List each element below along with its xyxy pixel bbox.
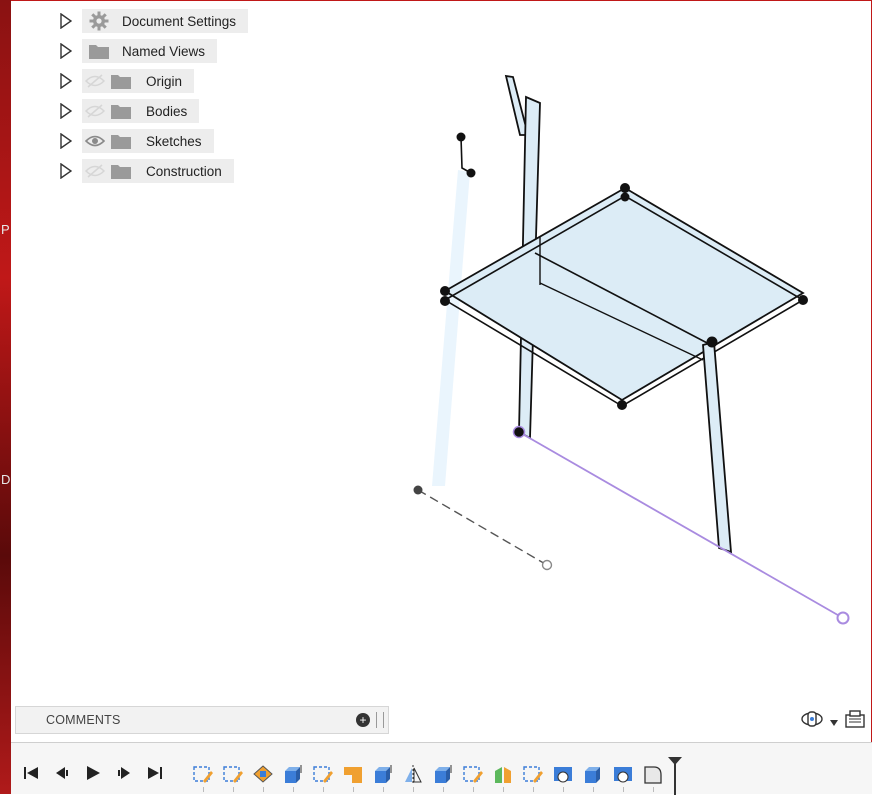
view-capture-icon[interactable] [844, 709, 866, 734]
comments-panel[interactable]: COMMENTS + [15, 706, 389, 734]
panel-grip-icon[interactable] [376, 712, 384, 728]
sketch-point[interactable] [617, 400, 627, 410]
sketch-point[interactable] [456, 132, 466, 142]
mirror-feature-icon[interactable] [402, 763, 424, 785]
sketch-point[interactable] [620, 192, 630, 202]
seat-body [443, 186, 805, 402]
navigation-cluster [800, 708, 866, 735]
browser-node-construction[interactable]: Construction [60, 159, 234, 183]
extrude-feature-icon[interactable] [372, 763, 394, 785]
folder-icon [86, 39, 112, 63]
add-comment-icon[interactable]: + [356, 713, 370, 727]
folder-icon [108, 69, 134, 93]
step-forward-icon[interactable] [114, 763, 134, 783]
extrude-feature-icon[interactable] [432, 763, 454, 785]
sketch-feature-icon[interactable] [222, 763, 244, 785]
browser-node-label: Document Settings [122, 13, 237, 29]
browser-node-named-views[interactable]: Named Views [60, 39, 218, 63]
folder-icon [108, 129, 134, 153]
play-icon[interactable] [83, 763, 103, 783]
sketch-point[interactable] [798, 295, 808, 305]
step-back-icon[interactable] [52, 763, 72, 783]
browser-node-document-settings[interactable]: Document Settings [60, 9, 249, 33]
chevron-down-icon[interactable] [830, 713, 838, 731]
sketch-point[interactable] [440, 296, 450, 306]
comments-title: COMMENTS [46, 713, 121, 727]
fillet-feature-icon[interactable] [642, 763, 664, 785]
hidden-eye-icon[interactable] [82, 159, 108, 183]
timeline-bar [11, 742, 872, 795]
sketch-endpoint[interactable] [836, 611, 850, 625]
hidden-eye-icon[interactable] [82, 69, 108, 93]
sketch-feature-icon[interactable] [522, 763, 544, 785]
browser-node-sketches[interactable]: Sketches [60, 129, 214, 153]
combine-feature-icon[interactable] [552, 763, 574, 785]
folder-icon [108, 159, 134, 183]
expand-arrow-icon[interactable] [60, 9, 82, 33]
shell-feature-icon[interactable] [342, 763, 364, 785]
skip-to-start-icon[interactable] [21, 763, 41, 783]
form-feature-icon[interactable] [252, 763, 274, 785]
skip-to-end-icon[interactable] [145, 763, 165, 783]
expand-arrow-icon[interactable] [60, 129, 82, 153]
sketch-line-short [460, 136, 472, 174]
browser-node-origin[interactable]: Origin [60, 69, 195, 93]
timeline-marker[interactable] [668, 757, 682, 795]
eye-icon[interactable] [82, 129, 108, 153]
construction-point[interactable] [413, 485, 423, 495]
extrude-feature-icon[interactable] [582, 763, 604, 785]
sketch-feature-icon[interactable] [462, 763, 484, 785]
folder-icon [108, 99, 134, 123]
browser-node-label: Origin [146, 73, 183, 89]
ghost-leg-body [432, 170, 470, 486]
browser-node-bodies[interactable]: Bodies [60, 99, 200, 123]
sketch-point[interactable] [440, 286, 450, 296]
extrude-feature-icon[interactable] [282, 763, 304, 785]
construction-point[interactable] [541, 559, 553, 571]
browser-node-label: Construction [146, 163, 222, 179]
sketch-point[interactable] [706, 336, 718, 348]
front-leg-body [702, 340, 733, 554]
browser-node-label: Sketches [146, 133, 202, 149]
expand-arrow-icon[interactable] [60, 159, 82, 183]
sketch-point[interactable] [466, 168, 476, 178]
expand-arrow-icon[interactable] [60, 39, 82, 63]
split-feature-icon[interactable] [492, 763, 514, 785]
orbit-icon[interactable] [800, 708, 824, 735]
construction-line[interactable] [417, 489, 548, 566]
expand-arrow-icon[interactable] [60, 99, 82, 123]
sketch-feature-icon[interactable] [192, 763, 214, 785]
expand-arrow-icon[interactable] [60, 69, 82, 93]
browser-node-label: Named Views [122, 43, 206, 59]
sketch-endpoint[interactable] [512, 425, 526, 439]
hidden-eye-icon[interactable] [82, 99, 108, 123]
browser-node-label: Bodies [146, 103, 188, 119]
gear-icon [86, 9, 112, 33]
ground-sketch-line[interactable] [518, 431, 844, 619]
sketch-point[interactable] [620, 183, 630, 193]
sketch-feature-icon[interactable] [312, 763, 334, 785]
combine-feature-icon[interactable] [612, 763, 634, 785]
